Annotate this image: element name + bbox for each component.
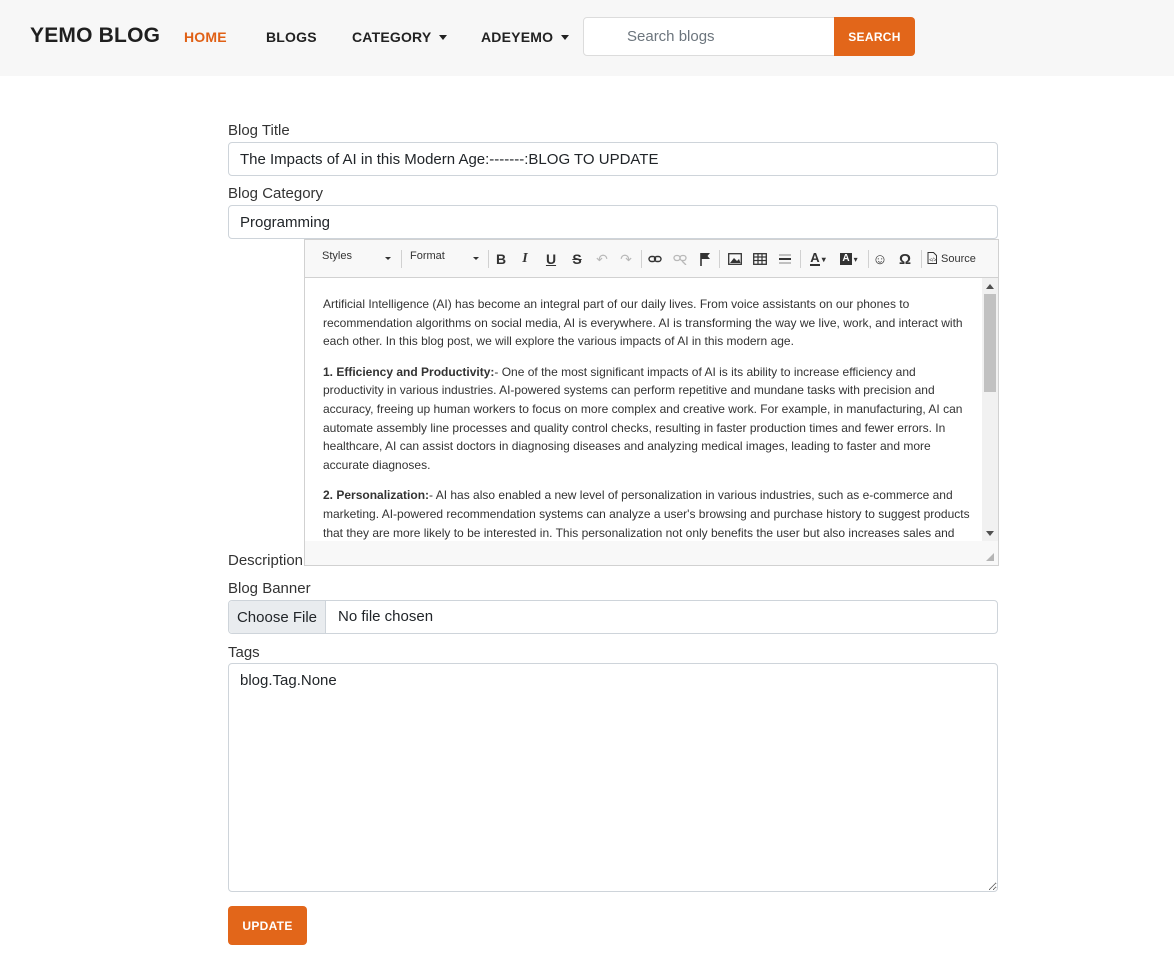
scroll-down-icon[interactable] <box>986 531 994 536</box>
toolbar-separator <box>719 250 720 268</box>
blog-banner-label: Blog Banner <box>228 580 311 597</box>
scroll-up-icon[interactable] <box>986 284 994 289</box>
editor-content-area[interactable]: Artificial Intelligence (AI) has become … <box>305 278 998 541</box>
toolbar-separator <box>921 250 922 268</box>
horizontal-line-icon[interactable] <box>775 249 795 269</box>
toolbar-separator <box>401 250 402 268</box>
unlink-icon[interactable] <box>670 249 690 269</box>
editor-statusbar <box>305 541 998 565</box>
editor-paragraph-intro: Artificial Intelligence (AI) has become … <box>323 297 963 349</box>
choose-file-button[interactable]: Choose File <box>229 601 326 633</box>
source-button[interactable]: </> Source <box>927 249 976 269</box>
text-color-icon[interactable]: A ▾ <box>805 249 831 269</box>
editor-toolbar: Styles Format B I U S ↶ ↷ A ▾ A ▾ ☺ Ω </… <box>305 240 998 278</box>
table-icon[interactable] <box>750 249 770 269</box>
blog-banner-file-input[interactable]: Choose File No file chosen <box>228 600 998 634</box>
point-1-heading: 1. Efficiency and Productivity: <box>323 364 495 379</box>
nav-user-label: ADEYEMO <box>481 29 554 45</box>
source-button-label: Source <box>941 253 976 265</box>
chevron-down-icon <box>439 35 448 40</box>
toolbar-separator <box>868 250 869 268</box>
source-icon: </> <box>927 251 937 267</box>
navbar: YEMO BLOG HOME BLOGS CATEGORY ADEYEMO SE… <box>0 0 1174 76</box>
blog-title-input[interactable] <box>228 142 998 176</box>
image-icon[interactable] <box>725 249 745 269</box>
chevron-down-icon <box>473 257 479 260</box>
styles-dropdown[interactable]: Styles <box>322 250 392 268</box>
nav-category-dropdown[interactable]: CATEGORY <box>352 29 448 45</box>
background-color-icon[interactable]: A ▾ <box>836 249 862 269</box>
format-dropdown-label: Format <box>410 250 445 262</box>
description-label: Description <box>228 552 304 569</box>
styles-dropdown-label: Styles <box>322 250 352 262</box>
editor-content: Artificial Intelligence (AI) has become … <box>323 295 971 541</box>
point-2-heading: 2. Personalization: <box>323 488 430 503</box>
scrollbar-thumb[interactable] <box>984 294 996 392</box>
redo-icon[interactable]: ↷ <box>616 249 636 269</box>
smiley-icon[interactable]: ☺ <box>870 249 890 269</box>
undo-icon[interactable]: ↶ <box>592 249 612 269</box>
update-button[interactable]: UPDATE <box>228 906 307 945</box>
editor-paragraph-point-2: 2. Personalization:- AI has also enabled… <box>323 486 971 541</box>
nav-home-link[interactable]: HOME <box>184 29 227 45</box>
description-editor: Styles Format B I U S ↶ ↷ A ▾ A ▾ ☺ Ω </… <box>304 239 999 566</box>
point-1-text: - One of the most significant impacts of… <box>323 364 963 472</box>
chevron-down-icon <box>561 35 570 40</box>
file-status-text: No file chosen <box>338 608 434 625</box>
italic-icon[interactable]: I <box>515 249 535 269</box>
blog-category-input[interactable] <box>228 205 998 239</box>
nav-user-dropdown[interactable]: ADEYEMO <box>481 29 570 45</box>
tags-textarea[interactable]: blog.Tag.None <box>228 663 998 892</box>
special-character-icon[interactable]: Ω <box>895 249 915 269</box>
editor-scrollbar[interactable] <box>982 278 998 541</box>
nav-category-label: CATEGORY <box>352 29 432 45</box>
nav-blogs-link[interactable]: BLOGS <box>266 29 317 45</box>
tags-label: Tags <box>228 644 260 661</box>
search-button[interactable]: SEARCH <box>834 17 915 56</box>
chevron-down-icon <box>385 257 391 260</box>
strikethrough-icon[interactable]: S <box>567 249 587 269</box>
search-input[interactable] <box>583 17 836 56</box>
link-icon[interactable] <box>645 249 665 269</box>
anchor-flag-icon[interactable] <box>695 249 715 269</box>
bold-icon[interactable]: B <box>491 249 511 269</box>
editor-paragraph-point-1: 1. Efficiency and Productivity:- One of … <box>323 363 971 475</box>
toolbar-separator <box>488 250 489 268</box>
underline-icon[interactable]: U <box>541 249 561 269</box>
blog-category-label: Blog Category <box>228 185 324 202</box>
svg-text:</>: </> <box>929 257 936 263</box>
resize-handle-icon[interactable] <box>986 553 994 561</box>
format-dropdown[interactable]: Format <box>410 250 480 268</box>
brand-logo[interactable]: YEMO BLOG <box>30 24 160 48</box>
toolbar-separator <box>641 250 642 268</box>
blog-title-label: Blog Title <box>228 122 290 139</box>
toolbar-separator <box>800 250 801 268</box>
